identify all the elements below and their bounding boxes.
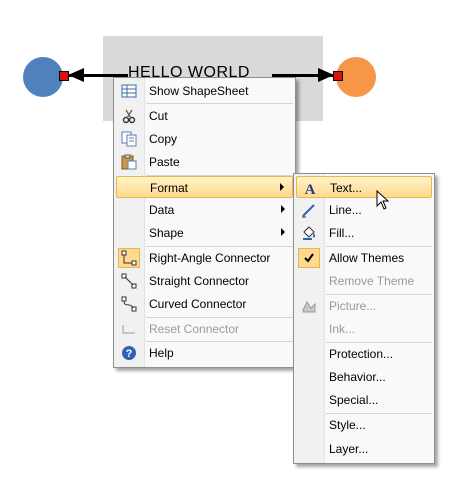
menu-item-ink: Ink... bbox=[329, 322, 356, 336]
submenu-arrow-icon bbox=[280, 183, 284, 191]
menu-item-remove-theme: Remove Theme bbox=[329, 274, 415, 288]
context-menu: Show ShapeSheet Cut Copy Paste Format Da… bbox=[113, 77, 296, 368]
menu-item-straight-connector[interactable]: Straight Connector bbox=[116, 270, 293, 292]
checkmark-icon bbox=[301, 250, 317, 266]
menu-item-data[interactable]: Data bbox=[116, 199, 293, 221]
menu-item-protection[interactable]: Protection... bbox=[296, 343, 432, 365]
connector-tail-arrowhead-icon bbox=[68, 68, 84, 82]
menu-item-text[interactable]: A Text... bbox=[296, 176, 432, 198]
menu-item-special[interactable]: Special... bbox=[296, 389, 432, 411]
menu-item-right-angle-connector[interactable]: Right-Angle Connector bbox=[116, 247, 293, 269]
menu-item-behavior[interactable]: Behavior... bbox=[296, 366, 432, 388]
paste-icon bbox=[121, 154, 137, 170]
menu-item-line[interactable]: Line... bbox=[296, 199, 432, 221]
menu-item-help[interactable]: ? Help bbox=[116, 342, 293, 364]
menu-item-copy[interactable]: Copy bbox=[116, 128, 293, 150]
menu-item-allow-themes[interactable]: Allow Themes bbox=[296, 247, 432, 269]
reset-connector-icon bbox=[121, 321, 137, 337]
straight-connector-icon bbox=[121, 273, 137, 289]
right-angle-connector-icon bbox=[121, 250, 137, 266]
line-format-icon bbox=[301, 202, 317, 218]
menu-item-fill[interactable]: Fill... bbox=[296, 222, 432, 244]
menu-item-picture: Picture... bbox=[296, 295, 432, 317]
menu-item-shape[interactable]: Shape bbox=[116, 222, 293, 244]
menu-item-format[interactable]: Format bbox=[116, 176, 293, 198]
svg-text:A: A bbox=[305, 182, 316, 196]
format-submenu: A Text... Line... Fill... Allow Themes R… bbox=[293, 173, 435, 464]
mouse-cursor-icon bbox=[376, 190, 390, 210]
scissors-icon bbox=[121, 108, 137, 124]
copy-icon bbox=[121, 131, 137, 147]
menu-item-reset-connector: Reset Connector bbox=[116, 318, 293, 340]
submenu-arrow-icon bbox=[281, 205, 285, 213]
menu-item-cut[interactable]: Cut bbox=[116, 105, 293, 127]
connector-arrowhead-icon bbox=[318, 68, 334, 82]
menu-item-style[interactable]: Style... bbox=[296, 414, 432, 436]
shapesheet-icon bbox=[121, 83, 137, 99]
curved-connector-icon bbox=[121, 296, 137, 312]
help-icon: ? bbox=[121, 345, 137, 361]
svg-text:?: ? bbox=[126, 348, 133, 360]
picture-icon bbox=[301, 298, 317, 314]
menu-item-show-shapesheet[interactable]: Show ShapeSheet bbox=[116, 80, 293, 102]
left-circle-shape[interactable] bbox=[23, 57, 63, 97]
fill-bucket-icon bbox=[301, 225, 317, 241]
menu-item-layer[interactable]: Layer... bbox=[296, 438, 432, 460]
menu-item-curved-connector[interactable]: Curved Connector bbox=[116, 293, 293, 315]
text-format-icon: A bbox=[302, 180, 318, 198]
menu-item-paste[interactable]: Paste bbox=[116, 151, 293, 173]
connector-end-handle[interactable] bbox=[333, 71, 343, 81]
submenu-arrow-icon bbox=[281, 228, 285, 236]
